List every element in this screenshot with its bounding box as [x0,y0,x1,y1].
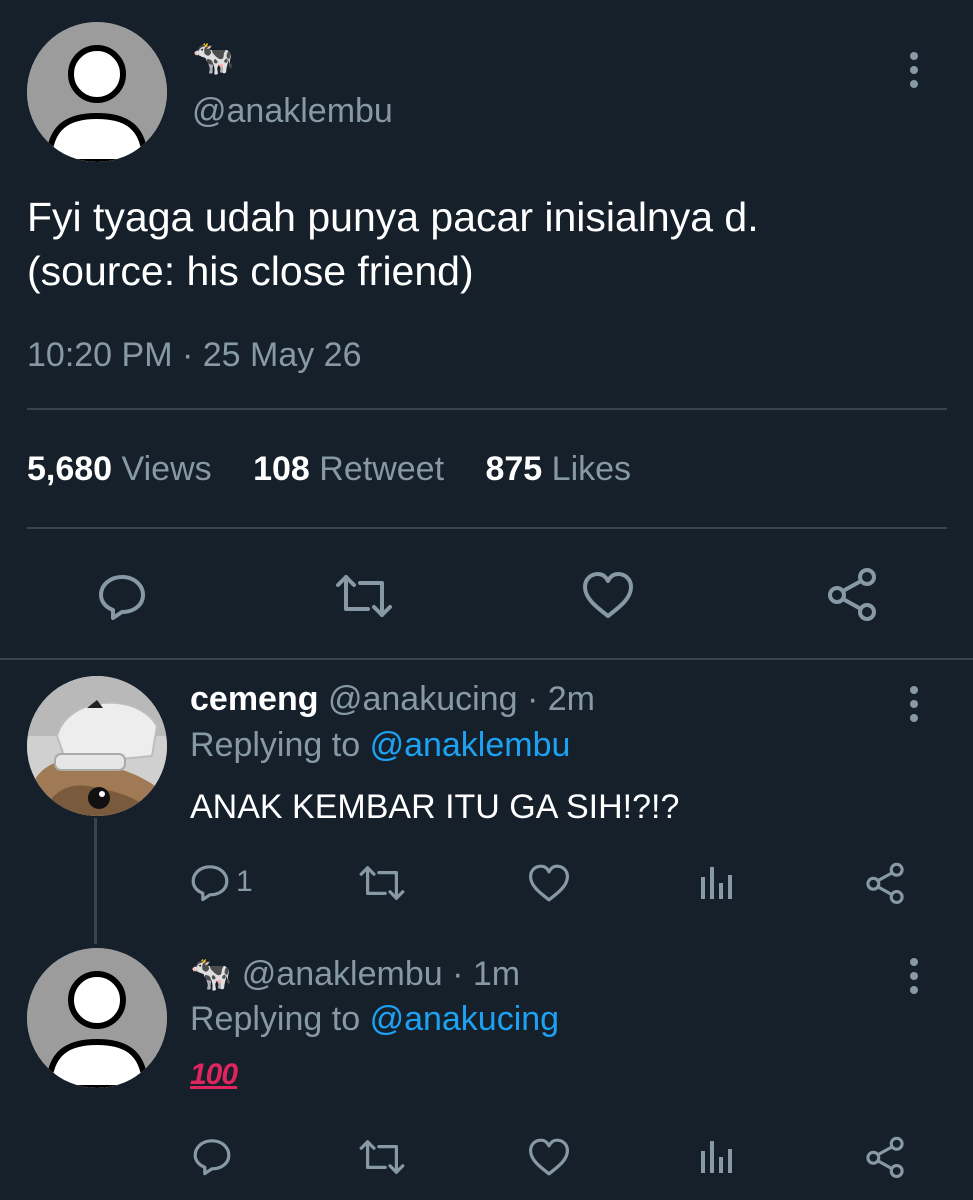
replying-to: Replying to @anakucing [190,1000,559,1039]
retweet-stat[interactable]: 108 Retweet [253,450,444,488]
retweet-label: Retweet [319,450,445,488]
reply-header: 🐄 @anaklembu · 1m [190,954,520,994]
views-count: 5,680 [27,450,113,488]
divider [27,408,947,410]
retweet-count: 108 [253,450,310,488]
analytics-icon[interactable] [696,1136,736,1178]
cow-emoji-name: 🐄 [190,955,233,993]
replying-to: Replying to @anaklembu [190,726,570,765]
tweet-text-line-1: Fyi tyaga udah punya pacar inisialnya d. [27,194,759,240]
replying-to-label: Replying to [190,1000,361,1038]
tweet-stats: 5,680 Views 108 Retweet 875 Likes [27,450,663,489]
likes-count: 875 [485,450,543,488]
retweet-icon[interactable] [333,570,395,622]
tweet-text: Fyi tyaga udah punya pacar inisialnya d.… [27,190,947,298]
reply-text: ANAK KEMBAR ITU GA SIH!?!? [190,788,680,826]
section-divider [0,658,973,660]
user-handle[interactable]: @anaklembu [192,92,393,131]
reply-handle[interactable]: @anakucing [328,680,518,718]
retweet-icon[interactable] [356,862,408,904]
tweet-text-line-2: (source: his close friend) [27,248,474,294]
reply-icon[interactable] [96,570,148,622]
more-options-icon[interactable] [910,958,920,1000]
divider [27,527,947,529]
reply-icon [191,865,229,902]
avatar[interactable] [27,22,167,162]
reply-icon[interactable] [190,1134,234,1178]
reply-header: cemeng @anakucing · 2m [190,680,595,719]
share-icon[interactable] [825,566,879,622]
likes-stat[interactable]: 875 Likes [485,450,631,488]
like-icon[interactable] [526,862,572,904]
like-icon[interactable] [526,1136,572,1178]
reply-handle[interactable]: @anaklembu [242,955,443,993]
reply-time: · 2m [526,680,595,718]
reply-display-name[interactable]: cemeng [190,680,319,718]
cat-avatar-icon [27,676,167,816]
avatar[interactable] [27,948,167,1088]
cow-emoji-name: 🐄 [192,39,235,77]
more-options-icon[interactable] [910,52,920,94]
analytics-icon[interactable] [696,862,736,904]
thread-line [94,818,97,944]
more-options-icon[interactable] [910,686,920,728]
replying-to-label: Replying to [190,726,361,764]
reply-action[interactable]: 1 [190,860,253,904]
likes-label: Likes [551,450,632,488]
replying-to-link[interactable]: @anakucing [370,1000,560,1038]
tweet-timestamp[interactable]: 10:20 PM · 25 May 26 [27,336,362,375]
reply-time: · 1m [452,955,521,993]
views-label: Views [121,450,212,488]
views-stat[interactable]: 5,680 Views [27,450,212,488]
share-icon[interactable] [862,860,908,906]
default-avatar-icon [27,948,167,1088]
retweet-icon[interactable] [356,1136,408,1178]
replying-to-link[interactable]: @anaklembu [370,726,571,764]
like-icon[interactable] [580,568,636,622]
reply-count: 1 [236,865,253,898]
hundred-points-emoji: 100 [190,1058,238,1091]
avatar[interactable] [27,676,167,816]
share-icon[interactable] [862,1134,908,1180]
default-avatar-icon [27,22,167,162]
